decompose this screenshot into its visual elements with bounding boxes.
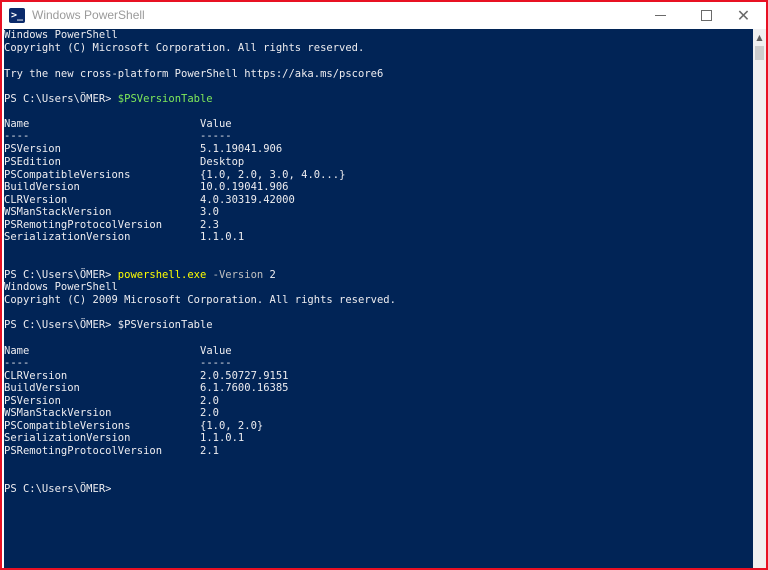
command-exe: powershell.exe <box>117 269 207 281</box>
table-row: PSEdition Desktop <box>4 156 244 169</box>
command-argument: 2 <box>263 269 276 281</box>
command-parameter: -Version <box>206 269 264 281</box>
maximize-icon <box>701 10 712 21</box>
row-value: 10.0.19041.906 <box>200 181 289 193</box>
table-row: SerializationVersion 1.1.0.1 <box>4 231 244 244</box>
row-name: PSCompatibleVersions <box>4 169 131 181</box>
table-row: SerializationVersion 1.1.0.1 <box>4 432 244 445</box>
row-name: PSRemotingProtocolVersion <box>4 445 163 457</box>
row-name: SerializationVersion <box>4 231 131 243</box>
table-separator: ---- ----- <box>4 357 232 370</box>
console-line: Windows PowerShell <box>4 29 118 41</box>
table-row: BuildVersion 10.0.19041.906 <box>4 181 289 194</box>
table-row: WSManStackVersion 3.0 <box>4 206 219 219</box>
row-value: 2.0 <box>200 407 219 419</box>
row-value: 1.1.0.1 <box>200 432 245 444</box>
minimize-icon <box>655 15 666 16</box>
row-name: PSEdition <box>4 156 61 168</box>
prompt: PS C:\Users\ÖMER> <box>4 93 118 105</box>
vertical-scrollbar[interactable]: ▲ <box>753 29 766 568</box>
row-name: PSVersion <box>4 143 61 155</box>
command-variable: $PSVersionTable <box>117 93 213 105</box>
prompt-line: PS C:\Users\ÖMER> $PSVersionTable <box>4 93 213 106</box>
table-row: PSRemotingProtocolVersion 2.1 <box>4 445 219 458</box>
row-name: CLRVersion <box>4 194 68 206</box>
console-line: Windows PowerShell <box>4 281 118 293</box>
row-name: CLRVersion <box>4 370 68 382</box>
powershell-window: >_ Windows PowerShell ✕ Windows PowerShe… <box>0 0 768 570</box>
row-name: SerializationVersion <box>4 432 131 444</box>
row-name: PSCompatibleVersions <box>4 420 131 432</box>
console-line: Copyright (C) 2009 Microsoft Corporation… <box>4 294 396 306</box>
minimize-button[interactable] <box>638 2 683 29</box>
separator-name: ---- <box>4 357 30 369</box>
prompt-line: PS C:\Users\ÖMER> $PSVersionTable <box>4 319 213 331</box>
console-line: Try the new cross-platform PowerShell ht… <box>4 68 384 80</box>
row-name: WSManStackVersion <box>4 407 112 419</box>
table-row: BuildVersion 6.1.7600.16385 <box>4 382 289 395</box>
powershell-icon[interactable]: >_ <box>9 8 25 23</box>
row-name: BuildVersion <box>4 181 80 193</box>
row-name: PSRemotingProtocolVersion <box>4 219 163 231</box>
prompt-line: PS C:\Users\ÖMER> <box>4 483 112 495</box>
row-name: BuildVersion <box>4 382 80 394</box>
separator-value: ----- <box>200 130 232 142</box>
row-value: 3.0 <box>200 206 219 218</box>
separator-value: ----- <box>200 357 232 369</box>
row-value: 6.1.7600.16385 <box>200 382 289 394</box>
scroll-up-arrow-icon[interactable]: ▲ <box>753 29 766 46</box>
column-header-name: Name <box>4 345 30 357</box>
row-value: Desktop <box>200 156 245 168</box>
row-value: 1.1.0.1 <box>200 231 245 243</box>
title-bar[interactable]: >_ Windows PowerShell ✕ <box>2 2 766 29</box>
window-title: Windows PowerShell <box>32 8 145 22</box>
table-row: WSManStackVersion 2.0 <box>4 407 219 420</box>
column-header-name: Name <box>4 118 30 130</box>
table-row: PSVersion 5.1.19041.906 <box>4 143 282 156</box>
close-icon: ✕ <box>736 6 751 25</box>
row-name: WSManStackVersion <box>4 206 112 218</box>
row-name: PSVersion <box>4 395 61 407</box>
separator-name: ---- <box>4 130 30 142</box>
console-output[interactable]: Windows PowerShell Copyright (C) Microso… <box>4 29 753 568</box>
prompt: PS C:\Users\ÖMER> <box>4 269 118 281</box>
row-value: 5.1.19041.906 <box>200 143 283 155</box>
scroll-thumb[interactable] <box>755 46 764 60</box>
close-button[interactable]: ✕ <box>721 2 766 29</box>
row-value: 2.1 <box>200 445 219 457</box>
table-separator: ---- ----- <box>4 130 232 143</box>
console-line: Copyright (C) Microsoft Corporation. All… <box>4 42 365 54</box>
